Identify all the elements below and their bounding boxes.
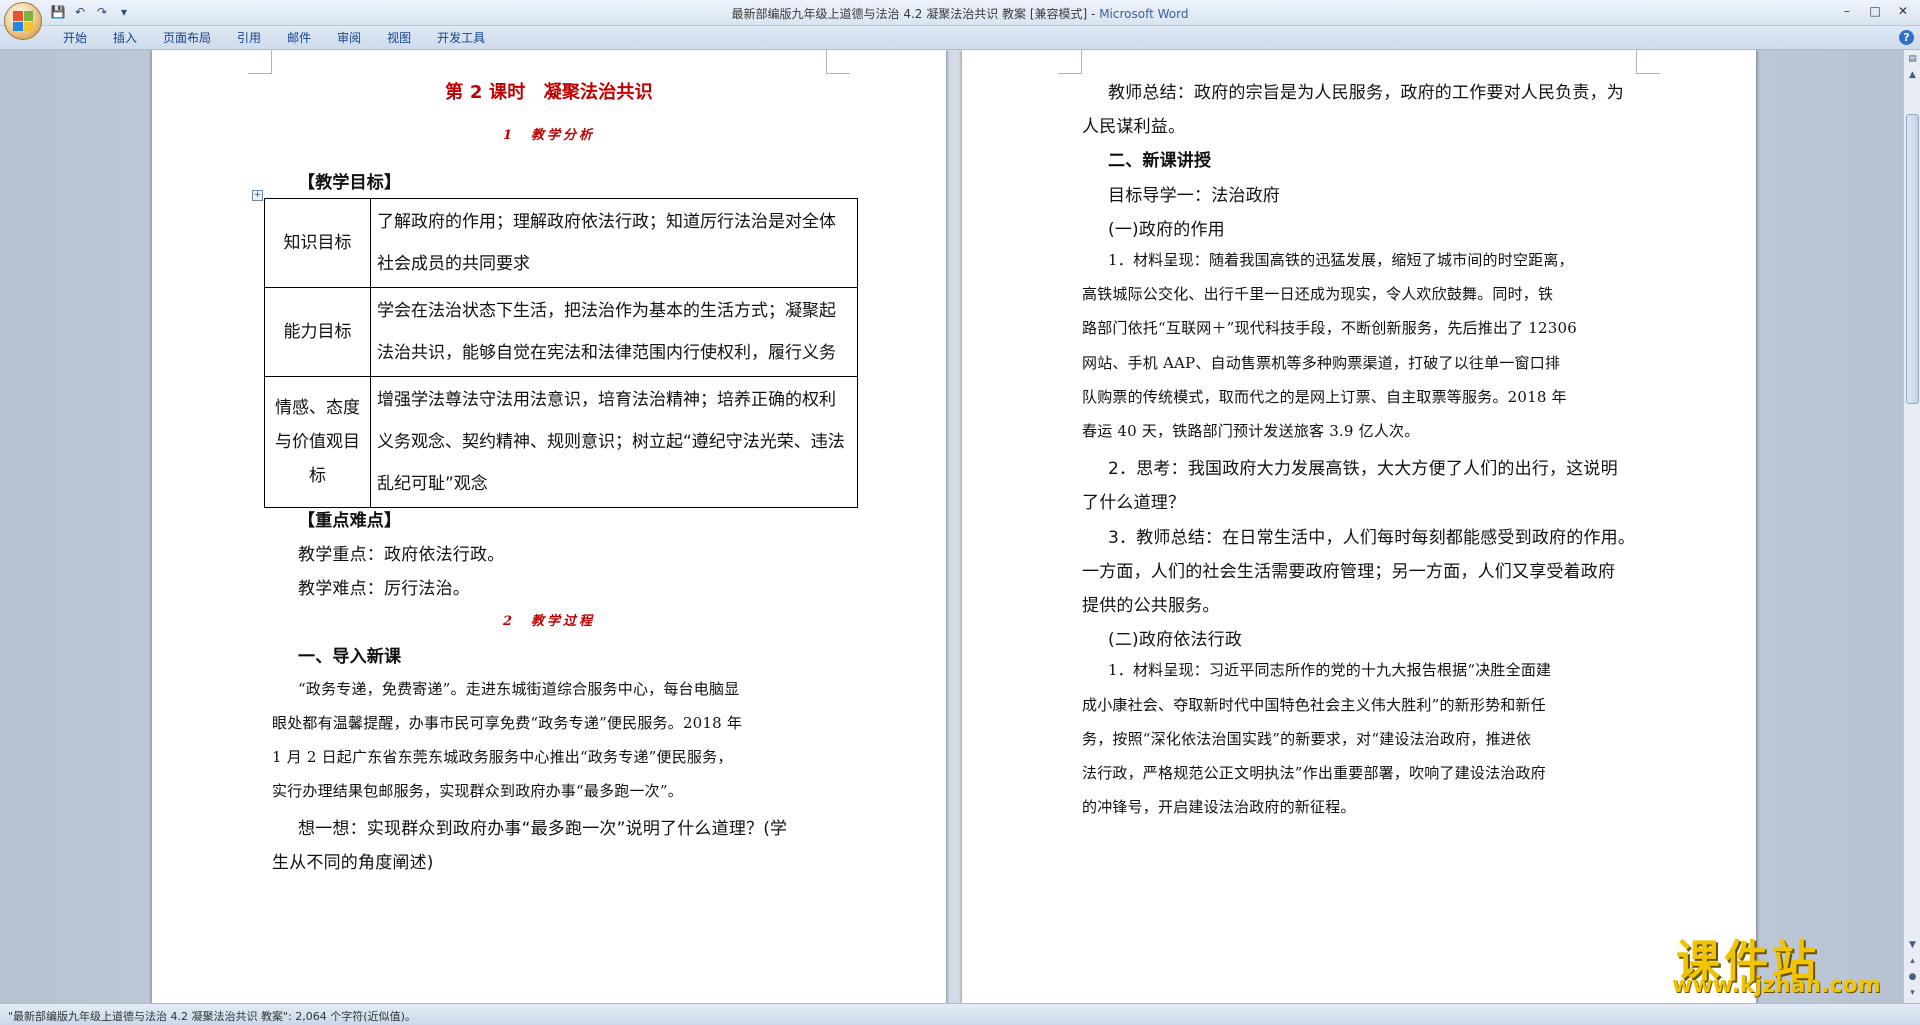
lesson-title: 第 2 课时 凝聚法治共识 bbox=[445, 82, 653, 103]
tab-view[interactable]: 视图 bbox=[374, 30, 424, 46]
word-count-status[interactable]: "最新部编版九年级上道德与法治 4.2 凝聚法治共识 教案": 2,064 个字… bbox=[8, 1008, 416, 1024]
scroll-down-icon[interactable]: ▼ bbox=[1905, 938, 1920, 952]
goals-table: 知识目标 了解政府的作用；理解政府依法行政；知道厉行法治是对全体社会成员的共同要… bbox=[264, 198, 858, 508]
paragraph-line: 网站、手机 AAP、自动售票机等多种购票渠道，打破了以往单一窗口排 bbox=[1082, 353, 1561, 372]
intro-heading: 一、导入新课 bbox=[298, 647, 402, 667]
goal-text: 增强学法尊法守法用法意识，培育法治精神；培养正确的权利义务观念、契约精神、规则意… bbox=[370, 376, 858, 508]
section-process-heading: 2 教学过程 bbox=[502, 614, 596, 629]
intro-line: 1 月 2 日起广东省东莞东城政务服务中心推出“政务专递”便民服务， bbox=[272, 748, 733, 766]
intro-line: 实行办理结果包邮服务，实现群众到政府办事“最多跑一次”。 bbox=[272, 782, 683, 800]
page-right[interactable]: 教师总结：政府的宗旨是为人民服务，政府的工作要对人民负责，为人民谋利益。二、新课… bbox=[962, 50, 1756, 1003]
paragraph-line: 人民谋利益。 bbox=[1082, 117, 1186, 138]
paragraph-line: 高铁城际公交化、出行千里一日还成为现实，令人欢欣鼓舞。同时，铁 bbox=[1082, 285, 1554, 304]
window-title: 最新部编版九年级上道德与法治 4.2 凝聚法治共识 教案 [兼容模式] - Mi… bbox=[0, 5, 1920, 22]
paragraph-line: 1．材料呈现：随着我国高铁的迅猛发展，缩短了城市间的时空距离， bbox=[1108, 251, 1574, 269]
paragraph-line: 1．材料呈现：习近平同志所作的党的十九大报告根据“决胜全面建 bbox=[1108, 661, 1552, 680]
section-analysis-heading: 1 教学分析 bbox=[502, 128, 596, 143]
paragraph-line: 春运 40 天，铁路部门预计发送旅客 3.9 亿人次。 bbox=[1082, 422, 1420, 440]
goal-text: 学会在法治状态下生活，把法治作为基本的生活方式；凝聚起法治共识，能够自觉在宪法和… bbox=[370, 287, 858, 377]
maximize-icon[interactable]: □ bbox=[1862, 2, 1888, 20]
think-line: 生从不同的角度阐述) bbox=[272, 853, 434, 873]
close-icon[interactable]: ✕ bbox=[1890, 2, 1916, 20]
key-point-text: 教学重点：政府依法行政。 bbox=[298, 545, 505, 565]
paragraph-line: 队购票的传统模式，取而代之的是网上订票、自主取票等服务。2018 年 bbox=[1082, 387, 1567, 406]
window-controls: – □ ✕ bbox=[1834, 2, 1916, 20]
tab-review[interactable]: 审阅 bbox=[324, 30, 374, 46]
scroll-up-icon[interactable]: ▲ bbox=[1905, 68, 1920, 82]
paragraph-line: 法行政，严格规范公正文明执法”作出重要部署，吹响了建设法治政府 bbox=[1082, 764, 1546, 782]
table-row: 知识目标 了解政府的作用；理解政府依法行政；知道厉行法治是对全体社会成员的共同要… bbox=[264, 198, 858, 288]
margin-corner-mark bbox=[1058, 50, 1082, 74]
goal-label: 能力目标 bbox=[264, 287, 371, 377]
tab-home[interactable]: 开始 bbox=[50, 30, 100, 46]
think-line: 想一想：实现群众到政府办事“最多跑一次”说明了什么道理？(学 bbox=[298, 819, 788, 839]
paragraph-line: 务，按照“深化依法治国实践”的新要求，对“建设法治政府，推进依 bbox=[1082, 729, 1532, 748]
title-bar: 💾 ↶ ↷ ▾ 最新部编版九年级上道德与法治 4.2 凝聚法治共识 教案 [兼容… bbox=[0, 0, 1920, 40]
margin-corner-mark bbox=[1636, 50, 1660, 74]
paragraph-line: 目标导学一：法治政府 bbox=[1108, 185, 1280, 206]
status-bar: "最新部编版九年级上道德与法治 4.2 凝聚法治共识 教案": 2,064 个字… bbox=[0, 1003, 1920, 1025]
ruler-toggle-icon[interactable]: ▤ bbox=[1905, 52, 1920, 66]
goal-label: 知识目标 bbox=[264, 198, 371, 288]
document-workspace: 第 2 课时 凝聚法治共识 1 教学分析 【教学目标】 + 知识目标 了解政府的… bbox=[0, 50, 1903, 1003]
paragraph-line: 了什么道理？ bbox=[1082, 493, 1186, 514]
key-points-heading: 【重点难点】 bbox=[298, 511, 402, 531]
watermark-url: www.kjzhan.com bbox=[1672, 973, 1881, 998]
paragraph-line: 二、新课讲授 bbox=[1108, 151, 1212, 172]
difficulty-text: 教学难点：厉行法治。 bbox=[298, 579, 470, 599]
goals-heading: 【教学目标】 bbox=[298, 173, 402, 193]
tab-insert[interactable]: 插入 bbox=[100, 30, 150, 46]
scroll-thumb[interactable] bbox=[1906, 114, 1919, 404]
page-left[interactable]: 第 2 课时 凝聚法治共识 1 教学分析 【教学目标】 + 知识目标 了解政府的… bbox=[152, 50, 946, 1003]
next-page-icon[interactable]: ▾ bbox=[1905, 986, 1920, 1000]
document-title: 最新部编版九年级上道德与法治 4.2 凝聚法治共识 教案 [兼容模式] - bbox=[731, 7, 1100, 21]
minimize-icon[interactable]: – bbox=[1834, 2, 1860, 20]
vertical-scrollbar[interactable]: ▤ ▲ ▼ ▴ ● ▾ bbox=[1903, 50, 1920, 1003]
paragraph-line: 2．思考：我国政府大力发展高铁，大大方便了人们的出行，这说明 bbox=[1108, 459, 1618, 480]
paragraph-line: (二)政府依法行政 bbox=[1108, 630, 1243, 651]
browse-object-icon[interactable]: ● bbox=[1905, 970, 1920, 984]
tab-references[interactable]: 引用 bbox=[224, 30, 274, 46]
table-row: 能力目标 学会在法治状态下生活，把法治作为基本的生活方式；凝聚起法治共识，能够自… bbox=[264, 287, 858, 377]
ribbon-tab-bar: 开始 插入 页面布局 引用 邮件 审阅 视图 开发工具 ? bbox=[0, 26, 1920, 50]
paragraph-line: (一)政府的作用 bbox=[1108, 219, 1225, 240]
help-icon[interactable]: ? bbox=[1899, 30, 1914, 45]
office-logo-icon bbox=[13, 11, 33, 31]
paragraph-line: 3．教师总结：在日常生活中，人们每时每刻都能感受到政府的作用。 bbox=[1108, 527, 1636, 548]
paragraph-line: 教师总结：政府的宗旨是为人民服务，政府的工作要对人民负责，为 bbox=[1108, 83, 1624, 103]
paragraph-line: 的冲锋号，开启建设法治政府的新征程。 bbox=[1082, 798, 1356, 817]
goal-text: 了解政府的作用；理解政府依法行政；知道厉行法治是对全体社会成员的共同要求 bbox=[370, 198, 858, 288]
paragraph-line: 成小康社会、夺取新时代中国特色社会主义伟大胜利”的新形势和新任 bbox=[1082, 695, 1546, 714]
office-button[interactable] bbox=[4, 2, 42, 40]
paragraph-line: 一方面，人们的社会生活需要政府管理；另一方面，人们又享受着政府 bbox=[1082, 561, 1616, 582]
intro-line: 眼处都有温馨提醒，办事市民可享免费“政务专递”便民服务。2018 年 bbox=[272, 714, 743, 732]
tab-developer[interactable]: 开发工具 bbox=[424, 30, 498, 46]
paragraph-line: 提供的公共服务。 bbox=[1082, 596, 1220, 616]
intro-line: “政务专递，免费寄递”。走进东城街道综合服务中心，每台电脑显 bbox=[298, 680, 740, 698]
table-move-handle-icon[interactable]: + bbox=[252, 190, 263, 201]
margin-corner-mark bbox=[826, 50, 850, 74]
app-name: Microsoft Word bbox=[1099, 7, 1189, 21]
tab-mailings[interactable]: 邮件 bbox=[274, 30, 324, 46]
site-watermark: 课件站 www.kjzhan.com bbox=[1668, 925, 1898, 1000]
previous-page-icon[interactable]: ▴ bbox=[1905, 954, 1920, 968]
margin-corner-mark bbox=[248, 50, 272, 74]
table-row: 情感、态度与价值观目标 增强学法尊法守法用法意识，培育法治精神；培养正确的权利义… bbox=[264, 376, 858, 508]
paragraph-line: 路部门依托“互联网＋”现代科技手段，不断创新服务，先后推出了 12306 bbox=[1082, 319, 1578, 338]
goal-label: 情感、态度与价值观目标 bbox=[264, 376, 371, 508]
tab-page-layout[interactable]: 页面布局 bbox=[150, 30, 224, 46]
